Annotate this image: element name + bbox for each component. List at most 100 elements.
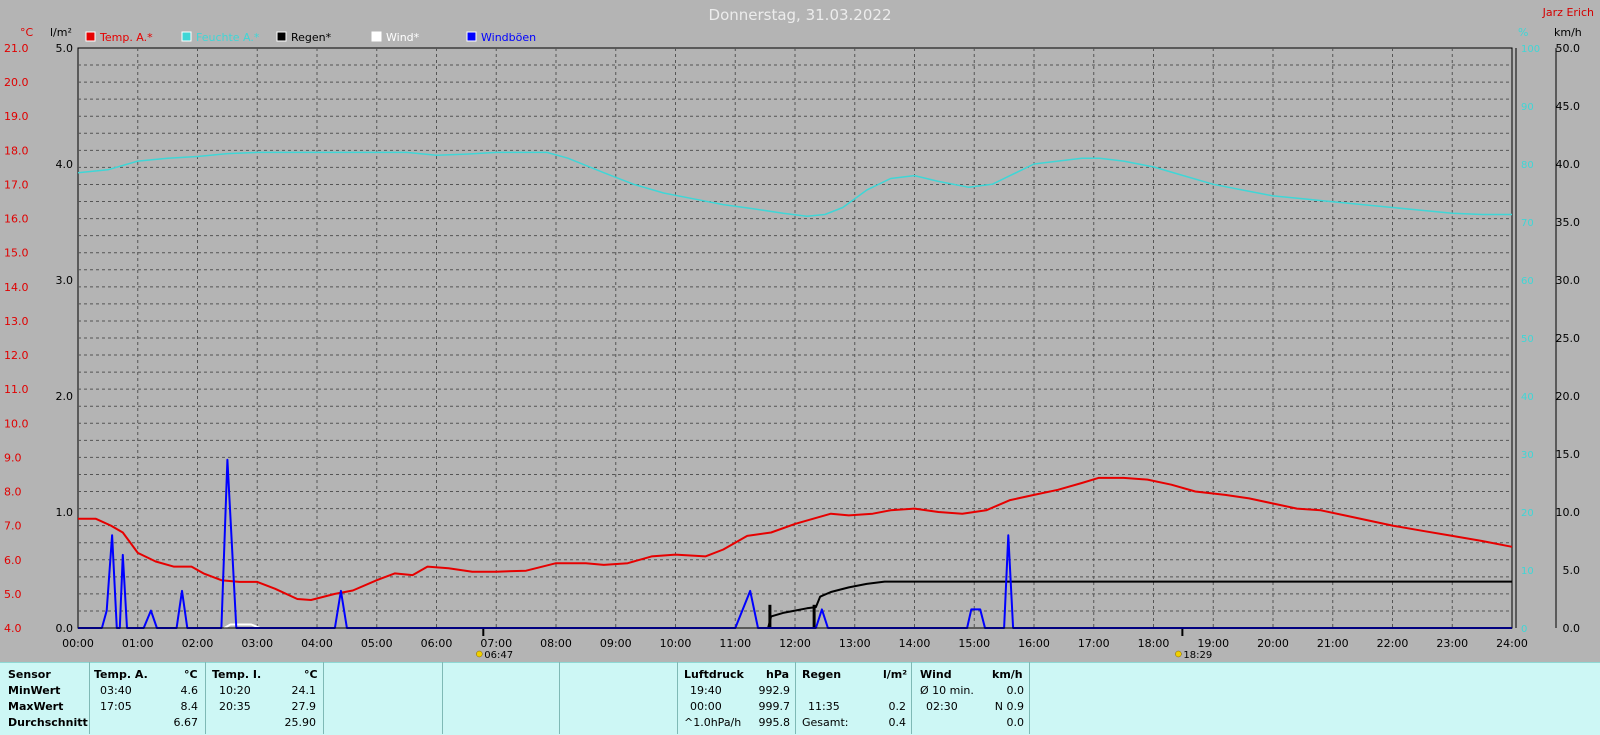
sunrise-sun-icon [476,650,483,658]
temp-i-max-time: 20:35 [219,700,251,713]
wind-axis-tick: 40.0 [1556,158,1581,171]
temp-i-header: Temp. I. [212,668,262,681]
legend-label: Feuchte A.* [196,31,260,44]
humidity-axis-tick: 0 [1521,624,1527,635]
legend-swatch [181,31,192,42]
legend-label: Wind* [386,31,420,44]
x-axis-tick: 12:00 [779,637,811,650]
maxwert-label: MaxWert [8,700,64,713]
sensor-header: Sensor [8,668,51,681]
rain-axis-tick: 0.0 [56,622,74,635]
temp-i-max-value: 27.9 [291,700,317,713]
legend-label: Temp. A.* [99,31,153,44]
durchschnitt-label: Durchschnitt [8,716,88,729]
temp-axis-tick: 12.0 [4,349,29,362]
humidity-axis-tick: 70 [1521,218,1534,229]
wind-axis-tick: 25.0 [1556,332,1581,345]
pressure-max-value: 999.7 [758,700,791,713]
temp-axis-tick: 4.0 [4,622,22,635]
temp-i-unit: °C [304,668,318,681]
temp-axis-label: °C [20,26,34,39]
wind-axis-label: km/h [1554,26,1582,39]
x-axis-tick: 16:00 [1018,637,1050,650]
humidity-axis-tick: 60 [1521,276,1534,287]
wind-axis-tick: 45.0 [1556,100,1581,113]
x-axis-tick: 22:00 [1377,637,1409,650]
legend-label: Regen* [291,31,332,44]
humidity-axis-tick: 50 [1521,334,1534,345]
legend-swatch [276,31,287,42]
wind-unit: km/h [992,668,1023,681]
chart-title: Donnerstag, 31.03.2022 [708,6,892,24]
temp-axis-tick: 13.0 [4,315,29,328]
temp-axis-tick: 7.0 [4,520,22,533]
x-axis-tick: 21:00 [1317,637,1349,650]
wind-axis-tick: 0.0 [1563,622,1581,635]
minwert-label: MinWert [8,684,61,697]
x-axis-tick: 04:00 [301,637,333,650]
weather-chart: 4.0 5.0 6.0 7.0 8.0 9.0 10.0 11.0 12.0 13.0 14.0 15… [4,26,1582,661]
wind-avg10-value: 0.0 [1006,684,1025,697]
humidity-axis-tick: 10 [1521,566,1534,577]
legend-swatch [466,31,477,42]
x-axis-tick: 01:00 [122,637,154,650]
x-axis-tick: 13:00 [839,637,871,650]
sunset-label: 18:29 [1183,650,1212,661]
temp-axis-tick: 19.0 [4,110,29,123]
wind-avg10-label: Ø 10 min. [920,684,974,697]
temp-axis-tick: 17.0 [4,178,29,191]
pressure-unit: hPa [766,668,790,681]
temp-a-header: Temp. A. [94,668,148,681]
wind-day-avg-value: 0.0 [1006,716,1025,729]
temp-axis-tick: 6.0 [4,554,22,567]
x-axis-tick: 00:00 [62,637,94,650]
rain-max-value: 0.2 [888,700,907,713]
x-axis-tick: 17:00 [1078,637,1110,650]
wind-axis-tick: 20.0 [1556,390,1581,403]
x-axis-tick: 24:00 [1496,637,1528,650]
x-axis-tick: 20:00 [1257,637,1289,650]
temp-i-min-value: 24.1 [291,684,317,697]
temp-axis-tick: 20.0 [4,76,29,89]
legend-swatch [85,31,96,42]
x-axis-tick: 03:00 [241,637,273,650]
temp-axis-tick: 14.0 [4,281,29,294]
humidity-axis-tick: 20 [1521,508,1534,519]
temp-axis-tick: 11.0 [4,383,29,396]
wind-axis-tick: 15.0 [1556,448,1581,461]
wind-axis-tick: 50.0 [1556,42,1581,55]
wind-axis-tick: 30.0 [1556,274,1581,287]
pressure-header: Luftdruck [684,668,744,681]
humidity-axis-tick: 80 [1521,160,1534,171]
temp-axis-tick: 10.0 [4,417,29,430]
legend-swatch [371,31,382,42]
temp-axis-tick: 21.0 [4,42,29,55]
temp-axis-tick: 8.0 [4,486,22,499]
rain-header: Regen [802,668,842,681]
rain-axis-tick: 5.0 [56,42,74,55]
rain-axis-tick: 4.0 [56,158,74,171]
temp-a-max-time: 17:05 [100,700,132,713]
legend-label: Windböen [481,31,536,44]
x-axis-tick: 08:00 [540,637,572,650]
rain-axis-tick: 1.0 [56,506,74,519]
pressure-trend: ^1.0hPa/h [684,716,742,729]
x-axis-tick: 15:00 [958,637,990,650]
x-axis-tick: 06:00 [421,637,453,650]
x-axis-tick: 18:00 [1138,637,1170,650]
humidity-axis-tick: 30 [1521,450,1534,461]
temp-a-min-value: 4.6 [180,684,199,697]
pressure-avg-value: 995.8 [758,716,791,729]
x-axis-tick: 10:00 [660,637,692,650]
temp-a-avg-value: 6.67 [173,716,199,729]
pressure-min-value: 992.9 [758,684,791,697]
x-axis-tick: 02:00 [182,637,214,650]
temp-a-min-time: 03:40 [100,684,132,697]
x-axis-tick: 09:00 [600,637,632,650]
temp-axis-tick: 15.0 [4,247,29,260]
x-axis-tick: 11:00 [719,637,751,650]
x-axis-tick: 07:00 [480,637,512,650]
temp-a-unit: °C [184,668,198,681]
wind-max-time: 02:30 [926,700,958,713]
sunset-sun-icon [1175,650,1182,658]
